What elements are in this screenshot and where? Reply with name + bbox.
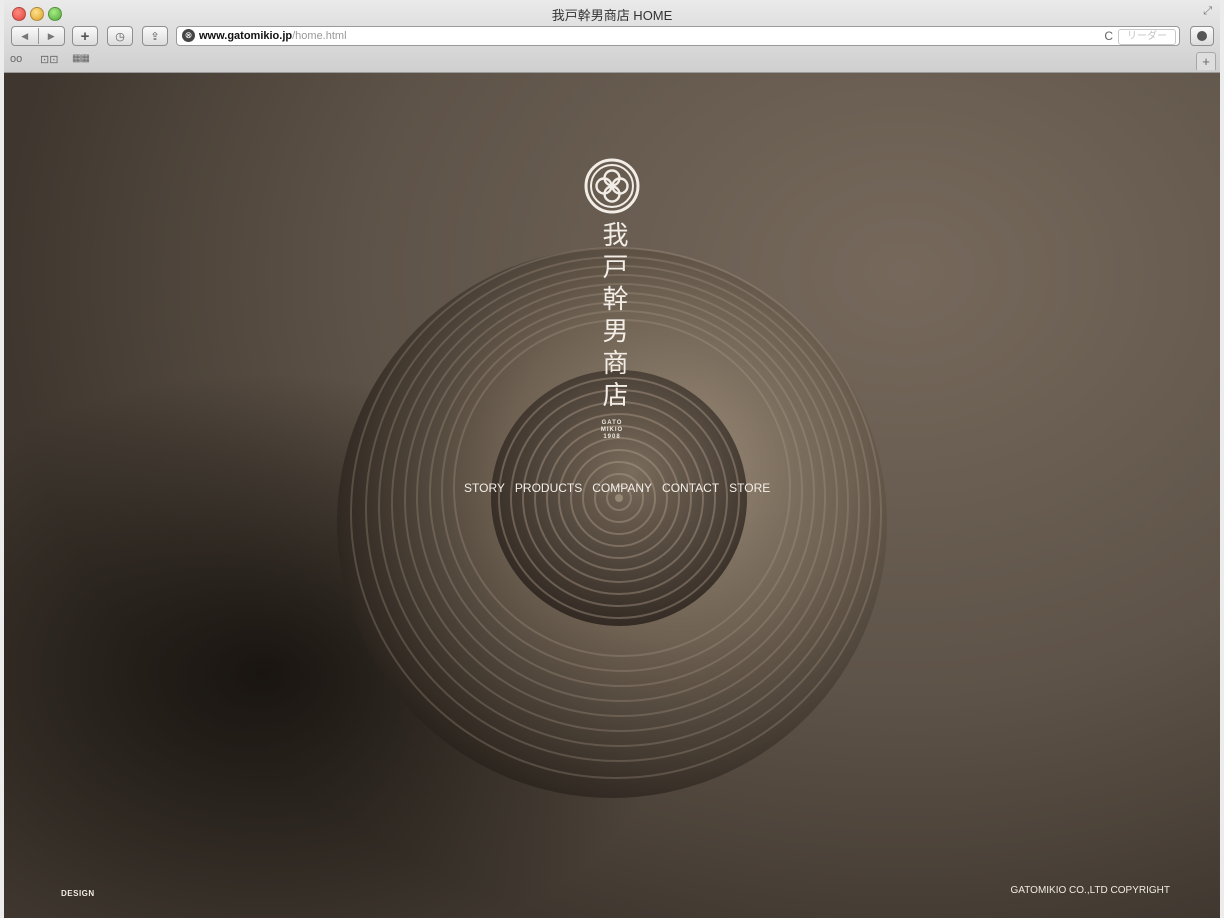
site-favicon-icon: ⊗ [182,29,195,42]
top-sites-icon[interactable]: ▦▦ [72,53,90,64]
footer-design-link[interactable]: DESIGN [61,889,95,898]
nav-story[interactable]: STORY [464,481,505,495]
reload-icon[interactable]: C [1104,29,1113,43]
reader-button[interactable]: リーダー [1118,29,1176,45]
fullscreen-icon[interactable]: ⤢ [1203,5,1212,18]
url-path: /home.html [292,30,347,42]
brand-sub-line: 1908 [603,434,621,440]
brand-crest-icon[interactable] [584,158,640,214]
downloads-button[interactable] [1190,26,1214,46]
clock-icon: ◷ [115,30,125,43]
share-icon: ⇪ [150,30,160,43]
add-bookmark-button[interactable]: + [72,26,98,46]
bookmarks-icon[interactable]: ⊡⊡ [40,53,58,66]
window-title: 我戸幹男商店 HOME [551,8,673,23]
footer-copyright: GATOMIKIO CO.,LTD COPYRIGHT [1010,885,1170,896]
brand-sub-line: GATO [601,420,623,426]
new-tab-button[interactable]: + [1196,52,1216,70]
page-viewport: 我戸幹男商店 GATO MIKIO 1908 STORY PRODUCTS CO… [4,73,1220,918]
brand-name[interactable]: 我戸幹男商店 [594,221,630,413]
brand-sub-line: MIKIO [600,427,624,433]
back-forward-group: ◀ ▶ [11,26,65,46]
forward-icon[interactable]: ▶ [39,31,65,42]
back-icon[interactable]: ◀ [12,31,38,42]
reading-list-icon[interactable]: oo [10,53,22,65]
share-button[interactable]: ⇪ [142,26,168,46]
main-nav: STORY PRODUCTS COMPANY CONTACT STORE [464,481,770,495]
nav-products[interactable]: PRODUCTS [515,481,582,495]
url-text[interactable]: www.gatomikio.jp/home.html [199,30,347,42]
url-host: www.gatomikio.jp [199,30,293,42]
nav-store[interactable]: STORE [729,481,770,495]
history-button[interactable]: ◷ [107,26,133,46]
nav-contact[interactable]: CONTACT [662,481,719,495]
address-bar[interactable]: ⊗ www.gatomikio.jp/home.html C リーダー [176,26,1180,46]
browser-window: 我戸幹男商店 HOME ⤢ ◀ ▶ + ◷ ⇪ ⊗ www.gatomikio.… [4,0,1220,918]
plus-icon: + [80,27,90,45]
title-bar: 我戸幹男商店 HOME ⤢ ◀ ▶ + ◷ ⇪ ⊗ www.gatomikio.… [4,0,1220,73]
nav-company[interactable]: COMPANY [592,481,652,495]
brand-subtitle: GATO MIKIO 1908 [594,420,630,441]
